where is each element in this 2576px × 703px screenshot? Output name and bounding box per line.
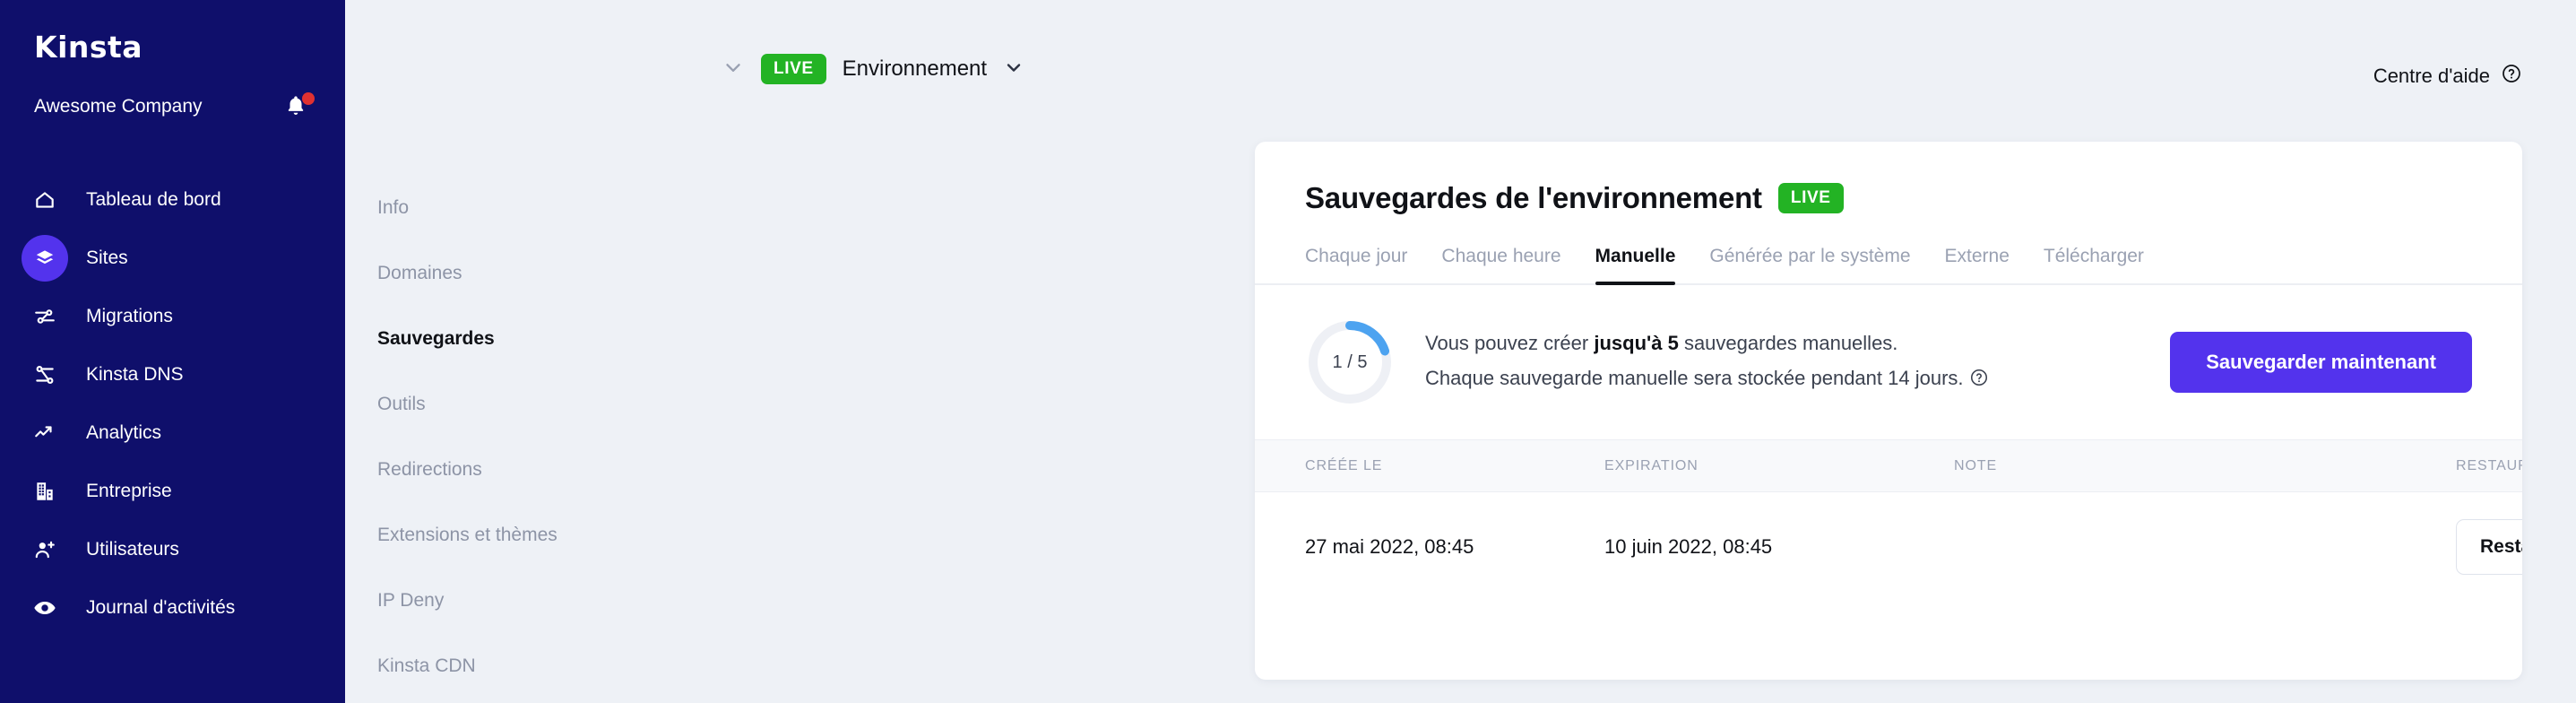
quota-text: Vous pouvez créer jusqu'à 5 sauvegardes … <box>1425 326 1989 398</box>
main-content: LIVE Environnement Centre d'aide Sauvega… <box>614 0 2576 703</box>
cell-restore: Restaurer vers <box>2456 492 2522 603</box>
help-center-link[interactable]: Centre d'aide <box>2373 63 2522 90</box>
tab-chaque-jour[interactable]: Chaque jour <box>1305 246 1407 283</box>
sidebar-item-label: Migrations <box>86 305 173 326</box>
quota-line1-after: sauvegardes manuelles. <box>1678 332 1898 354</box>
cell-created: 27 mai 2022, 08:45 <box>1305 535 1474 558</box>
building-icon <box>22 468 68 515</box>
question-circle-icon <box>2501 63 2522 90</box>
tab-manuelle[interactable]: Manuelle <box>1595 246 1675 285</box>
sidebar-item-label: Utilisateurs <box>86 538 179 560</box>
quota-progress-ring: 1 / 5 <box>1305 317 1395 407</box>
sidebar-item-tableau-de-bord[interactable]: Tableau de bord <box>0 170 345 229</box>
restore-to-label: Restaurer vers <box>2480 536 2522 557</box>
table-header-row: CRÉÉE LE EXPIRATION NOTE RESTAURER SUPPR… <box>1255 439 2522 492</box>
company-name: Awesome Company <box>34 96 203 117</box>
chevron-down-icon[interactable] <box>722 56 745 83</box>
sidebar-item-label: Analytics <box>86 421 162 443</box>
quota-ring-label: 1 / 5 <box>1332 352 1368 372</box>
card-live-badge: LIVE <box>1777 183 1844 213</box>
subnav-item-redirections[interactable]: Redirections <box>345 437 614 502</box>
column-header-restore: RESTAURER <box>2456 439 2522 492</box>
card-header: Sauvegardes de l'environnement LIVE <box>1255 142 2522 215</box>
quota-line-2: Chaque sauvegarde manuelle sera stockée … <box>1425 361 1989 399</box>
table-row: 27 mai 2022, 08:45 10 juin 2022, 08:45 R… <box>1255 492 2522 603</box>
sidebar-item-label: Entreprise <box>86 480 172 501</box>
tab-telecharger[interactable]: Télécharger <box>2044 246 2144 283</box>
sidebar-item-journal-activites[interactable]: Journal d'activités <box>0 578 345 637</box>
subnav-item-ip-deny[interactable]: IP Deny <box>345 568 614 633</box>
user-plus-icon <box>22 526 68 573</box>
notification-dot <box>302 92 315 105</box>
company-row: Awesome Company <box>0 91 345 122</box>
kinsta-logo: Kinsta <box>34 29 143 65</box>
migration-icon <box>22 293 68 340</box>
page-title: Sauvegardes de l'environnement <box>1305 181 1762 214</box>
backup-now-button[interactable]: Sauvegarder maintenant <box>2170 332 2472 393</box>
table-body: 27 mai 2022, 08:45 10 juin 2022, 08:45 R… <box>1255 492 2522 603</box>
quota-info-row: 1 / 5 Vous pouvez créer jusqu'à 5 sauveg… <box>1255 285 2522 439</box>
sidebar-item-label: Kinsta DNS <box>86 363 184 385</box>
sidebar-item-entreprise[interactable]: Entreprise <box>0 462 345 520</box>
help-center-label: Centre d'aide <box>2373 65 2490 87</box>
trending-up-icon <box>22 410 68 456</box>
brand[interactable]: Kinsta <box>0 27 345 66</box>
environment-switcher[interactable]: LIVE Environnement <box>722 54 1024 84</box>
backup-tabs: Chaque jour Chaque heure Manuelle Généré… <box>1255 246 2522 285</box>
env-label: Environnement <box>842 56 988 81</box>
sidebar-item-migrations[interactable]: Migrations <box>0 287 345 345</box>
sidebar-item-kinsta-dns[interactable]: Kinsta DNS <box>0 345 345 404</box>
quota-line1-strong: jusqu'à 5 <box>1594 332 1679 354</box>
sidebar-item-label: Tableau de bord <box>86 188 221 210</box>
cell-note <box>1954 492 2456 603</box>
home-icon <box>22 177 68 223</box>
tab-externe[interactable]: Externe <box>1945 246 2010 283</box>
env-live-badge: LIVE <box>761 54 826 84</box>
quota-line-1: Vous pouvez créer jusqu'à 5 sauvegardes … <box>1425 326 1989 361</box>
quota-line2-text: Chaque sauvegarde manuelle sera stockée … <box>1425 366 1964 389</box>
eye-icon <box>22 585 68 631</box>
sidebar-item-sites[interactable]: Sites <box>0 229 345 287</box>
sidebar-nav: Tableau de bord Sites Migrations Kinsta … <box>0 170 345 637</box>
column-header-expiration: EXPIRATION <box>1604 439 1954 492</box>
tab-generee-par-le-systeme[interactable]: Générée par le système <box>1709 246 1910 283</box>
layers-icon <box>22 234 68 282</box>
column-header-note: NOTE <box>1954 439 2456 492</box>
backups-card: Sauvegardes de l'environnement LIVE Chaq… <box>1255 142 2522 680</box>
subnav-item-outils[interactable]: Outils <box>345 371 614 437</box>
sidebar-item-label: Journal d'activités <box>86 596 236 618</box>
topbar: LIVE Environnement Centre d'aide <box>614 0 2576 126</box>
primary-sidebar: Kinsta Awesome Company Tableau de bord S… <box>0 0 345 703</box>
table-head: CRÉÉE LE EXPIRATION NOTE RESTAURER SUPPR… <box>1255 439 2522 492</box>
restore-to-dropdown[interactable]: Restaurer vers <box>2456 519 2522 575</box>
sidebar-item-label: Sites <box>86 247 128 268</box>
app-root: Kinsta Awesome Company Tableau de bord S… <box>0 0 2576 703</box>
subnav-item-sauvegardes[interactable]: Sauvegardes <box>345 306 614 371</box>
subnav-item-kinsta-cdn[interactable]: Kinsta CDN <box>345 633 614 699</box>
question-circle-icon[interactable] <box>1969 364 1989 399</box>
cell-expiration: 10 juin 2022, 08:45 <box>1604 535 1773 558</box>
subnav-item-domaines[interactable]: Domaines <box>345 240 614 306</box>
subnav-item-extensions-et-themes[interactable]: Extensions et thèmes <box>345 502 614 568</box>
backups-table: CRÉÉE LE EXPIRATION NOTE RESTAURER SUPPR… <box>1255 439 2522 602</box>
dns-icon <box>22 352 68 398</box>
bell-icon[interactable] <box>284 92 315 120</box>
column-header-created: CRÉÉE LE <box>1255 439 1604 492</box>
sidebar-item-utilisateurs[interactable]: Utilisateurs <box>0 520 345 578</box>
site-subnav: Info Domaines Sauvegardes Outils Redirec… <box>345 0 614 703</box>
tab-chaque-heure[interactable]: Chaque heure <box>1441 246 1560 283</box>
quota-line1-before: Vous pouvez créer <box>1425 332 1595 354</box>
sidebar-item-analytics[interactable]: Analytics <box>0 404 345 462</box>
env-chevron-down-icon[interactable] <box>1003 56 1024 82</box>
subnav-item-info[interactable]: Info <box>345 175 614 240</box>
